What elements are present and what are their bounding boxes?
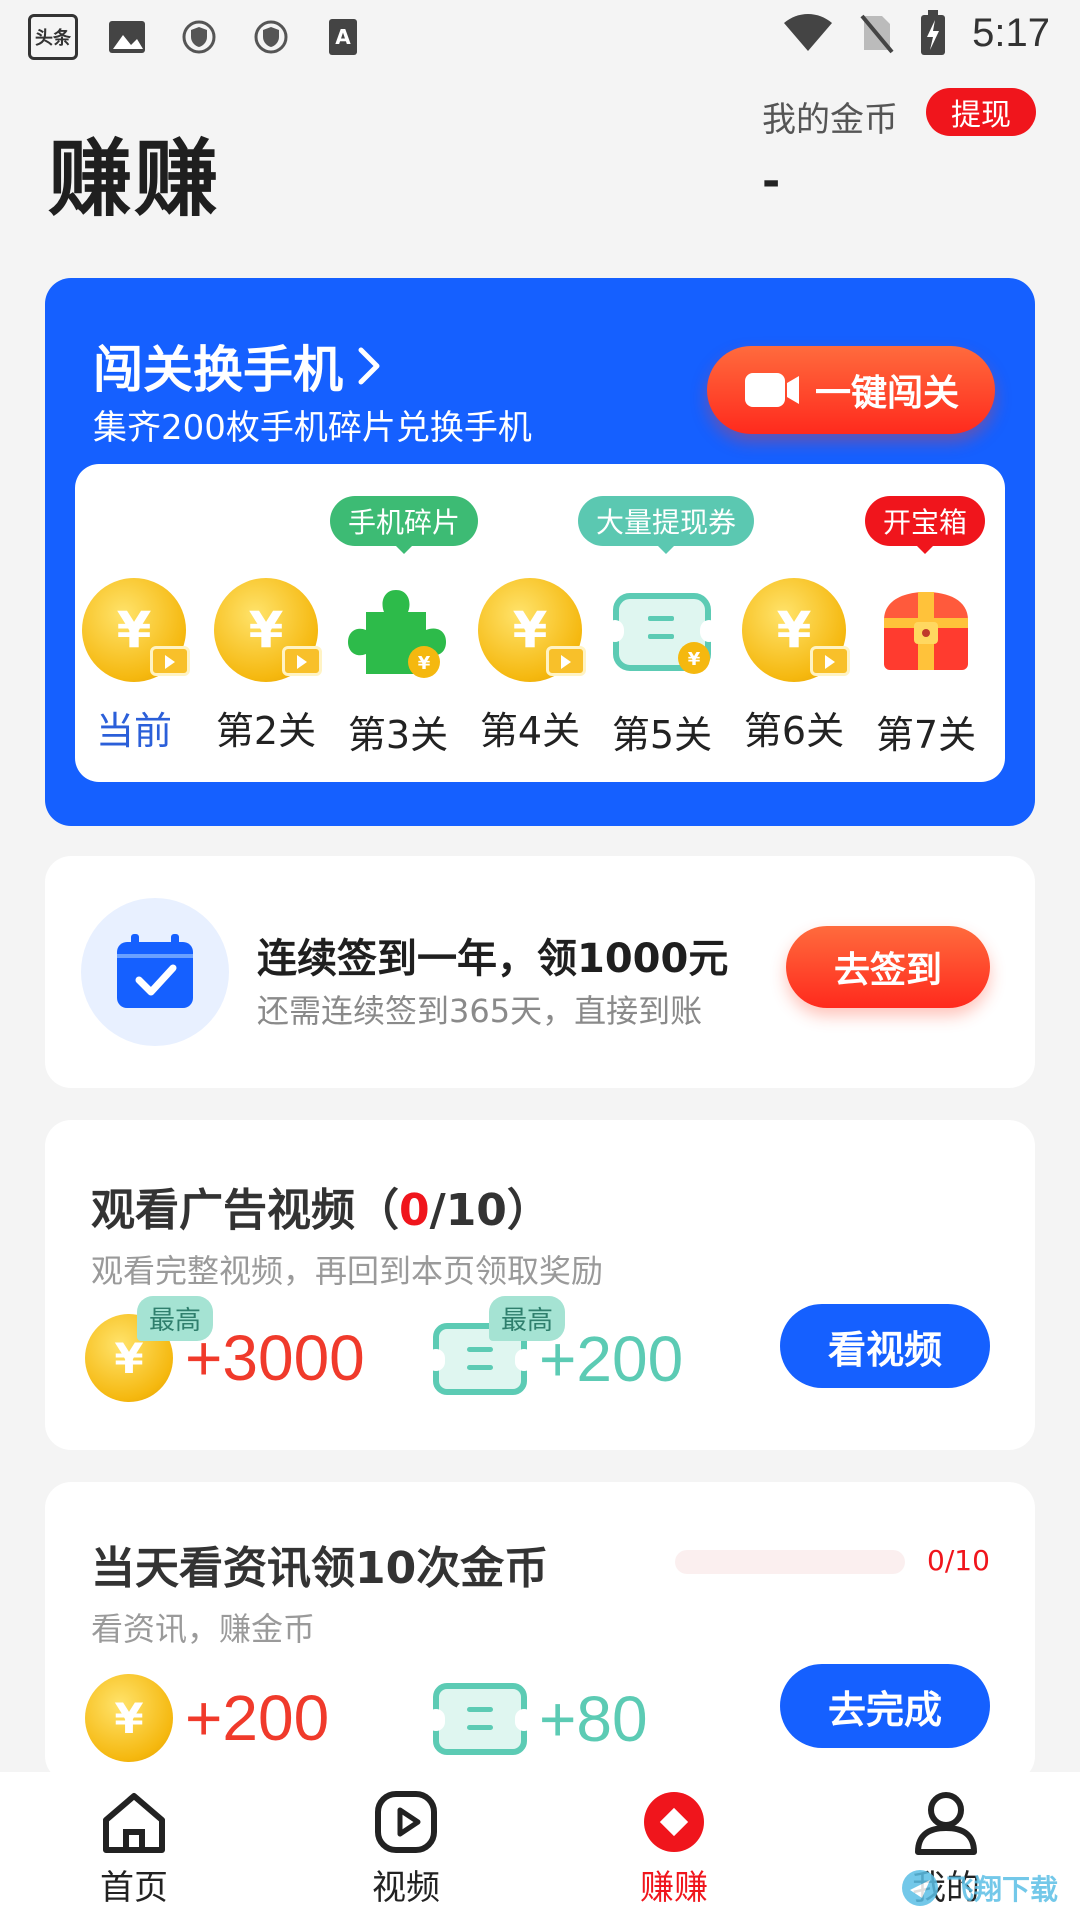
video-task-title: 观看广告视频（0/10）	[91, 1174, 551, 1238]
promo-title-link[interactable]: 闯关换手机	[93, 330, 381, 402]
gold-coin-video-icon: ¥	[214, 578, 322, 682]
open-chest-tag: 开宝箱	[865, 496, 986, 554]
stage-label: 第3关	[347, 713, 449, 757]
coin-reward: ¥ +200	[85, 1674, 329, 1762]
promo-subtitle: 集齐200枚手机碎片兑换手机	[93, 408, 532, 448]
video-task-subtitle: 观看完整视频，再回到本页领取奖励	[91, 1252, 604, 1290]
checkin-subtitle: 还需连续签到365天，直接到账	[257, 992, 703, 1030]
ticket-reward-amount: +80	[539, 1683, 648, 1755]
stage-track: 手机碎片 大量提现券 开宝箱 ¥ 当前 ¥ 第2关 ¥ 第3关 ¥ 第4关 ¥ …	[75, 464, 1005, 782]
news-task-subtitle: 看资讯，赚金币	[91, 1610, 316, 1648]
ticket-reward: +80	[427, 1682, 648, 1756]
tab-label: 视频	[372, 1868, 440, 1908]
one-key-challenge-button[interactable]: 一键闯关	[707, 346, 995, 434]
promo-title: 闯关换手机	[93, 341, 343, 399]
earn-diamond-icon	[644, 1792, 704, 1852]
sign-in-button[interactable]: 去签到	[786, 926, 990, 1008]
shield-icon	[248, 15, 294, 59]
watch-ad-video-card: 观看广告视频（0/10） 观看完整视频，再回到本页领取奖励 ¥ 最高 +3000…	[45, 1120, 1035, 1450]
stage-current[interactable]: ¥ 当前	[75, 578, 193, 755]
tab-video[interactable]: 视频	[336, 1790, 476, 1909]
chevron-right-icon	[358, 347, 380, 385]
gold-coin-video-icon: ¥	[82, 578, 190, 682]
stage-label: 当前	[95, 709, 172, 753]
news-progress-text: 0/10	[927, 1544, 990, 1577]
battery-charging-icon	[921, 10, 946, 55]
calendar-icon-wrap	[81, 898, 229, 1046]
toutiao-app-icon: 头条	[28, 14, 78, 60]
checkin-title: 连续签到一年，领1000元	[257, 936, 729, 982]
stage-2[interactable]: ¥ 第2关	[207, 578, 325, 755]
stage-tag-label: 手机碎片	[348, 506, 461, 539]
profile-icon	[915, 1792, 977, 1855]
video-task-done-count: 0	[399, 1185, 430, 1236]
wifi-icon	[784, 14, 833, 51]
watermark-logo: 飞翔下载	[900, 1860, 1070, 1916]
stage-6[interactable]: ¥ 第6关	[735, 578, 853, 755]
calendar-check-icon	[117, 934, 193, 1008]
watermark-bird-icon	[902, 1870, 938, 1906]
stage-label: 第4关	[479, 709, 581, 753]
stage-label: 第5关	[611, 713, 713, 757]
stage-label: 第2关	[215, 709, 317, 753]
svg-text:A: A	[335, 25, 351, 49]
stage-tag-label: 开宝箱	[883, 506, 968, 539]
clock: 5:17	[972, 10, 1050, 55]
gold-coin-video-icon: ¥	[478, 578, 586, 682]
home-icon	[103, 1793, 165, 1853]
withdraw-coupon-tag: 大量提现券	[578, 496, 755, 554]
stage-7[interactable]: 第7关	[867, 578, 985, 759]
stage-label: 第6关	[743, 709, 845, 753]
checkin-card: 连续签到一年，领1000元 还需连续签到365天，直接到账 去签到	[45, 856, 1035, 1088]
coupon-ticket-icon: ¥	[606, 593, 718, 674]
tab-label: 赚赚	[640, 1868, 708, 1908]
status-bar: 头条 A 5:17	[0, 0, 1080, 72]
read-news-card: 当天看资讯领10次金币 0/10 看资讯，赚金币 ¥ +200 +80 去完成	[45, 1482, 1035, 1782]
coin-reward: ¥ 最高 +3000	[85, 1296, 365, 1402]
video-camera-icon	[744, 373, 799, 407]
tab-home[interactable]: 首页	[64, 1790, 204, 1909]
stage-label: 第7关	[875, 713, 977, 757]
svg-text:¥: ¥	[688, 649, 701, 670]
stage-5[interactable]: ¥ 第5关	[603, 578, 721, 759]
coin-reward-amount: +3000	[185, 1322, 365, 1394]
one-key-challenge-label: 一键闯关	[814, 373, 959, 414]
my-coins-label[interactable]: 我的金币	[762, 92, 898, 141]
withdraw-button[interactable]: 提现	[926, 88, 1036, 136]
treasure-chest-icon	[884, 592, 968, 670]
tab-label: 首页	[100, 1868, 168, 1908]
font-a-icon: A	[320, 15, 366, 59]
puzzle-piece-icon: ¥	[348, 590, 446, 678]
coupon-ticket-icon	[427, 1683, 533, 1755]
app-icon-text: 头条	[35, 28, 71, 49]
stage-3[interactable]: ¥ 第3关	[339, 578, 457, 759]
phone-fragment-tag: 手机碎片	[330, 496, 479, 554]
level-challenge-card: 闯关换手机 集齐200枚手机碎片兑换手机 一键闯关 手机碎片 大量提现券 开宝箱…	[45, 278, 1035, 826]
stage-tag-label: 大量提现券	[596, 506, 737, 539]
max-badge: 最高	[137, 1296, 214, 1341]
coin-balance: -	[762, 156, 781, 207]
video-play-icon	[375, 1791, 437, 1853]
video-task-title-prefix: 观看广告视频（	[91, 1185, 399, 1236]
stage-4[interactable]: ¥ 第4关	[471, 578, 589, 755]
news-progress-bar	[675, 1550, 905, 1574]
gold-coin-video-icon: ¥	[742, 578, 850, 682]
image-icon	[104, 15, 150, 59]
max-badge: 最高	[489, 1296, 566, 1341]
svg-text:¥: ¥	[418, 653, 431, 674]
ticket-reward: 最高 +200	[427, 1296, 683, 1396]
news-task-title: 当天看资讯领10次金币	[91, 1543, 549, 1594]
watch-video-button[interactable]: 看视频	[780, 1304, 990, 1388]
page-title: 赚赚	[48, 130, 221, 228]
no-sim-icon	[860, 14, 894, 54]
gold-coin-icon: ¥	[85, 1674, 173, 1762]
complete-task-button[interactable]: 去完成	[780, 1664, 990, 1748]
tab-earn[interactable]: 赚赚	[604, 1790, 744, 1909]
shield-icon	[176, 15, 222, 59]
watermark-text: 飞翔下载	[946, 1873, 1059, 1906]
coin-reward-amount: +200	[185, 1682, 330, 1754]
video-task-title-suffix: /10）	[429, 1185, 551, 1236]
